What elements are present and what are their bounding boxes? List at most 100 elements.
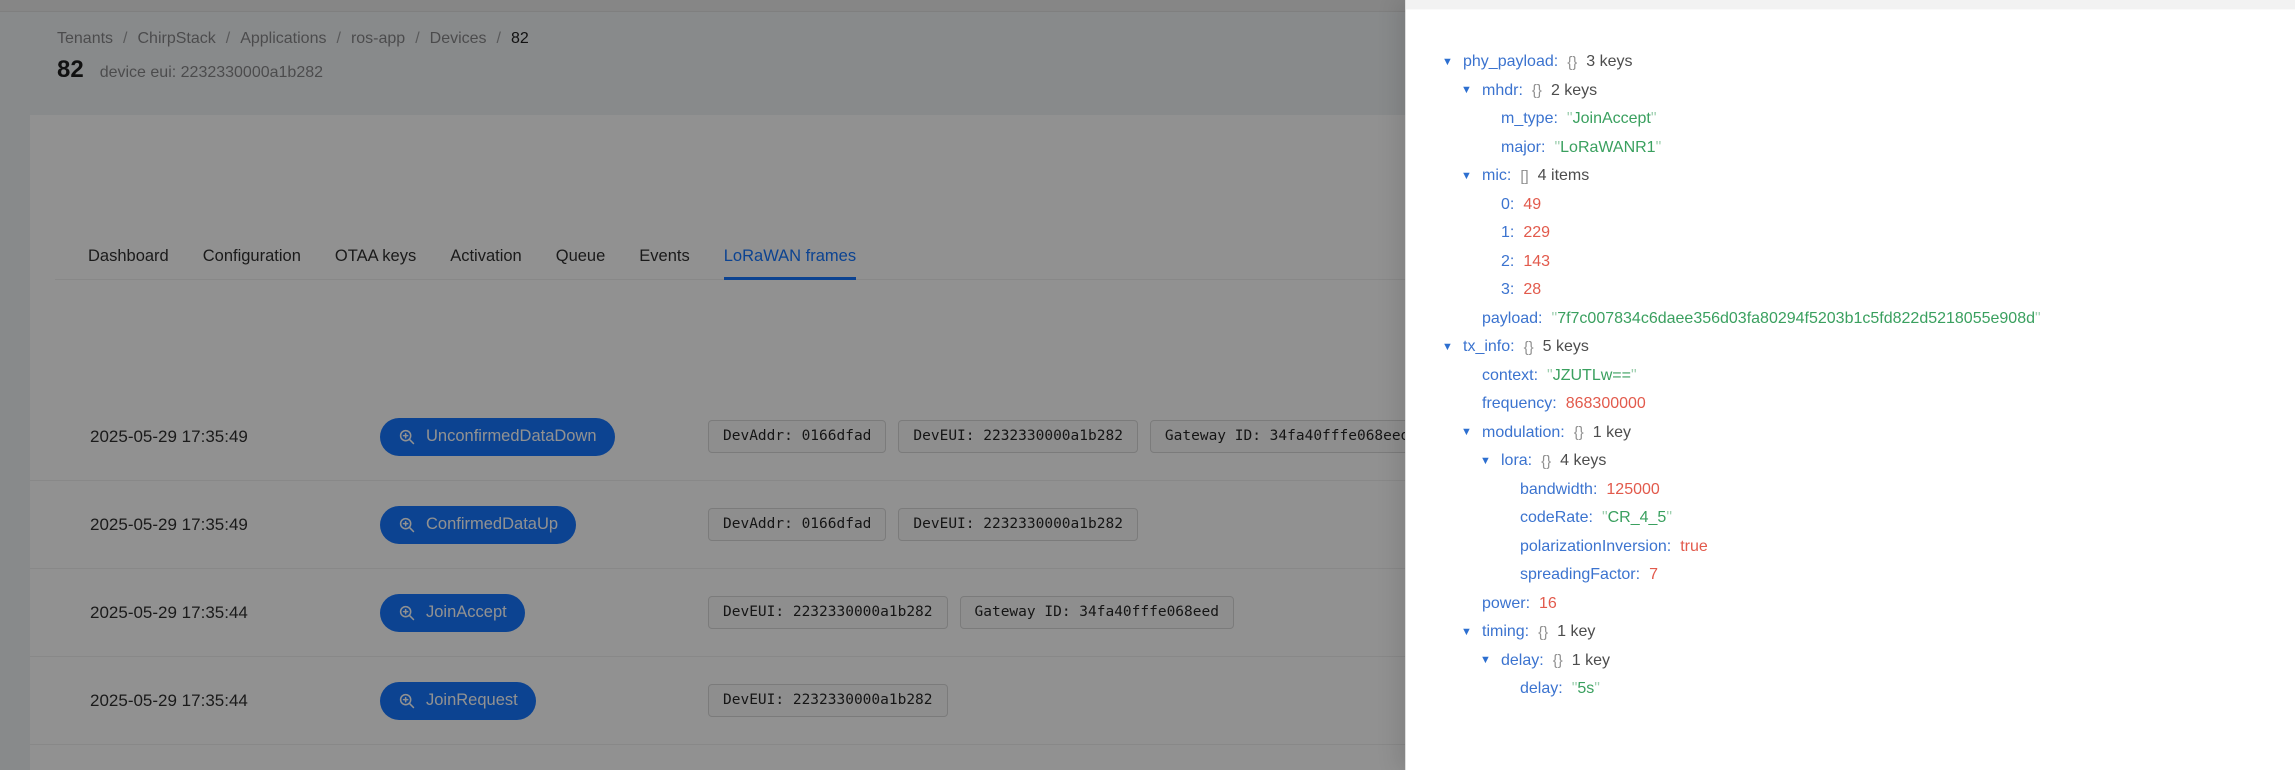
json-string-text: JoinAccept [1572,110,1651,128]
json-tree-row: ▼spreadingFactor:7 [1442,561,2279,590]
json-tree-row: ▼ modulation: {} 1 key [1442,419,2279,448]
json-meta: 4 items [1537,167,1590,185]
json-meta: 1 key [1592,423,1631,441]
json-meta: 3 keys [1586,53,1633,71]
json-key: mhdr: [1482,81,1523,99]
json-bracket: {} [1523,338,1534,356]
json-tree-row: ▼m_type:"JoinAccept" [1442,105,2279,134]
json-value: "JoinAccept" [1567,110,1657,128]
json-tree-row: ▼ timing: {} 1 key [1442,618,2279,647]
json-key: phy_payload: [1463,53,1559,71]
json-value: true [1680,537,1708,555]
json-key: 2: [1501,252,1515,270]
tree-collapse-arrow-icon[interactable]: ▼ [1442,341,1463,353]
quote-mark: " [1594,680,1600,698]
json-tree-row: ▼3:28 [1442,276,2279,305]
json-bracket: [] [1520,167,1529,185]
json-key: 0: [1501,195,1515,213]
quote-mark: " [1666,509,1673,527]
json-tree-row: ▼codeRate:"CR_4_5" [1442,504,2279,533]
json-tree-row: ▼frequency:868300000 [1442,390,2279,419]
json-value: "5s" [1572,680,1600,698]
tree-collapse-arrow-icon[interactable]: ▼ [1442,56,1463,68]
quote-mark: " [1655,138,1662,156]
json-bracket: {} [1538,623,1549,641]
json-key: power: [1482,594,1531,612]
json-bracket: {} [1573,424,1584,442]
json-value: 7 [1649,566,1658,584]
json-value: 28 [1523,281,1542,299]
tree-collapse-arrow-icon[interactable]: ▼ [1461,427,1482,438]
json-key: lora: [1501,452,1533,470]
tree-collapse-arrow-icon[interactable]: ▼ [1480,655,1501,666]
json-tree-row: ▼2:143 [1442,248,2279,277]
json-value: "CR_4_5" [1602,509,1672,527]
json-tree-row: ▼context:"JZUTLw==" [1442,362,2279,391]
json-tree-row: ▼ tx_info: {} 5 keys [1442,333,2279,362]
json-tree-row: ▼1:229 [1442,219,2279,248]
json-value: 143 [1523,252,1551,270]
json-value: 868300000 [1565,395,1646,413]
json-string-text: 7f7c007834c6daee356d03fa80294f5203b1c5fd… [1557,309,2035,327]
json-tree-row: ▼bandwidth:125000 [1442,476,2279,505]
tree-collapse-arrow-icon[interactable]: ▼ [1480,455,1501,467]
json-key: context: [1482,366,1539,384]
json-key: spreadingFactor: [1520,566,1641,584]
json-key: modulation: [1482,423,1565,441]
json-key: frequency: [1482,395,1557,413]
json-bracket: {} [1567,53,1578,71]
json-value: 16 [1539,594,1557,612]
json-tree-row: ▼ mic: [] 4 items [1442,162,2279,191]
json-value: 229 [1523,224,1551,242]
json-tree-row: ▼ lora: {} 4 keys [1442,447,2279,476]
json-bracket: {} [1531,82,1542,100]
json-tree-row: ▼power:16 [1442,590,2279,619]
frame-details-drawer: ▼phy_payload:{}3 keys▼mhdr:{}2 keys▼m_ty… [1405,0,2295,770]
json-meta: 5 keys [1542,338,1589,356]
tree-collapse-arrow-icon[interactable]: ▼ [1461,626,1482,638]
json-value: "JZUTLw==" [1547,367,1637,385]
json-meta: 1 key [1557,623,1596,641]
json-tree-row: ▼ phy_payload: {} 3 keys [1442,48,2279,77]
json-meta: 4 keys [1560,452,1607,470]
json-key: 1: [1501,224,1515,242]
json-tree-row: ▼0:49 [1442,191,2279,220]
json-key: delay: [1501,651,1544,669]
json-key: tx_info: [1463,338,1515,356]
json-tree-row: ▼major:"LoRaWANR1" [1442,134,2279,163]
json-key: payload: [1482,309,1543,327]
json-tree-row: ▼payload:"7f7c007834c6daee356d03fa80294f… [1442,305,2279,334]
json-string-text: LoRaWANR1 [1560,138,1656,156]
json-bracket: {} [1541,452,1552,470]
chirpstack-device-frames-page: Tenants / ChirpStack / Applications / ros-app /… [0,0,2295,770]
json-tree-row: ▼polarizationInversion:true [1442,533,2279,562]
json-string-text: 5s [1577,680,1595,698]
json-key: m_type: [1501,110,1558,128]
json-meta: 1 key [1571,651,1610,669]
json-value: 49 [1523,195,1542,213]
json-key: delay: [1520,680,1563,698]
drawer-mask[interactable] [0,0,1405,770]
json-key: polarizationInversion: [1520,537,1672,555]
json-key: mic: [1482,167,1512,185]
json-key: timing: [1482,623,1530,641]
json-value: "LoRaWANR1" [1554,139,1661,157]
quote-mark: " [1630,366,1637,384]
json-value: "7f7c007834c6daee356d03fa80294f5203b1c5f… [1552,310,2041,328]
json-value: 125000 [1606,480,1660,498]
json-tree-row: ▼delay:"5s" [1442,675,2279,704]
json-tree-row: ▼ mhdr: {} 2 keys [1442,77,2279,106]
quote-mark: " [2035,309,2041,327]
json-key: bandwidth: [1520,480,1598,498]
tree-collapse-arrow-icon[interactable]: ▼ [1461,170,1482,182]
json-tree: ▼phy_payload:{}3 keys▼mhdr:{}2 keys▼m_ty… [1406,10,2295,704]
json-key: major: [1501,138,1546,156]
json-string-text: CR_4_5 [1607,509,1667,527]
tree-collapse-arrow-icon[interactable]: ▼ [1461,85,1482,96]
quote-mark: " [1650,110,1657,128]
json-key: codeRate: [1520,509,1593,527]
json-bracket: {} [1552,652,1563,670]
json-tree-row: ▼ delay: {} 1 key [1442,647,2279,676]
json-meta: 2 keys [1550,81,1598,99]
drawer-top-strip [1406,0,2295,10]
